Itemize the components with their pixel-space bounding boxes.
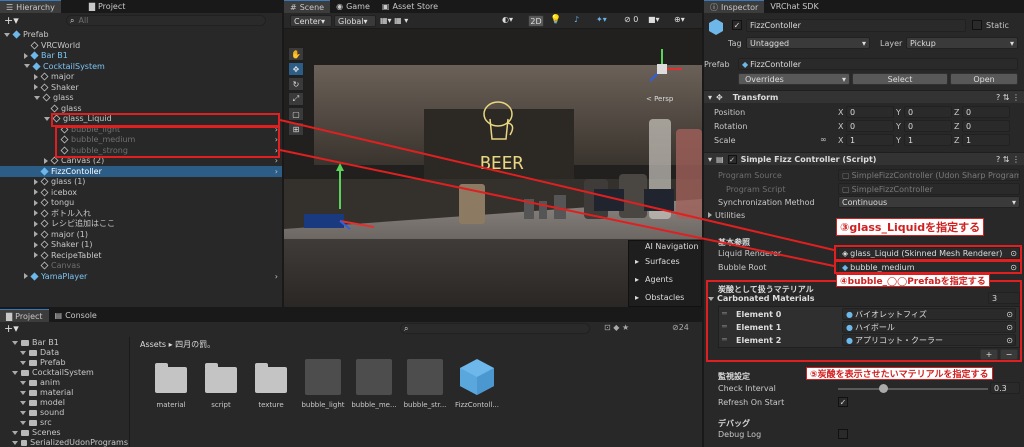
annotation-step-4: ④bubble_◯◯Prefabを指定する (836, 274, 990, 287)
annotation-step-5: ⑤炭酸を表示させたいマテリアルを指定する (806, 367, 993, 380)
annotation-step-3: ③glass_Liquidを指定する (836, 218, 985, 236)
